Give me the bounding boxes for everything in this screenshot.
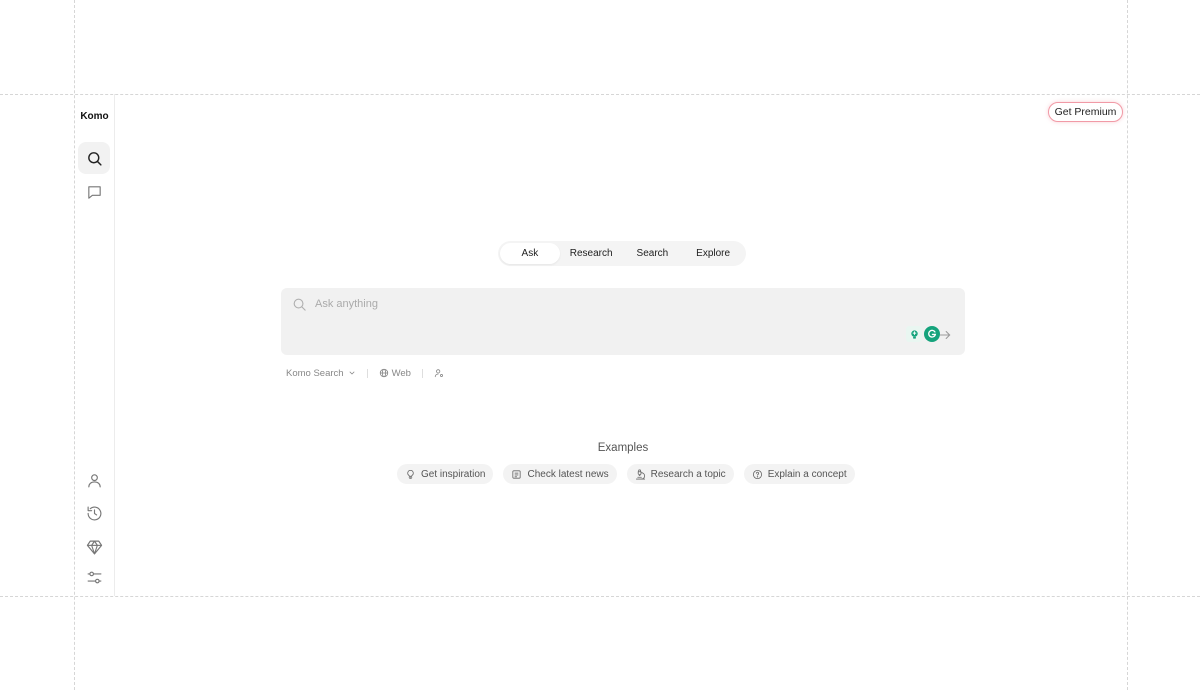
get-premium-button[interactable]: Get Premium [1048,102,1123,122]
persona-button[interactable] [434,368,444,378]
sidebar-profile-button[interactable] [78,464,110,496]
diamond-icon [86,540,102,554]
guide-line [0,596,1200,597]
tab-explore[interactable]: Explore [682,243,744,264]
sidebar-search-button[interactable] [78,142,110,174]
web-source-toggle[interactable]: Web [379,368,411,379]
tab-ask[interactable]: Ask [500,243,560,264]
example-chip-explain[interactable]: Explain a concept [743,464,855,484]
sidebar-chat-button[interactable] [78,176,110,208]
divider [421,368,423,378]
search-box [281,288,965,355]
example-chip-research[interactable]: Research a topic [626,464,734,484]
user-settings-icon [434,369,443,378]
search-icon [87,151,102,166]
engine-label: Komo Search [286,367,344,379]
engine-dropdown[interactable]: Komo Search [286,368,356,379]
chevron-down-icon [349,371,354,375]
newspaper-icon [512,469,522,479]
tab-search[interactable]: Search [623,243,683,264]
sidebar-settings-button[interactable] [78,561,110,593]
example-chip-label: Research a topic [650,468,726,480]
sidebar-history-button[interactable] [78,497,110,529]
settings-sliders-icon [87,571,101,583]
sidebar: Komo [74,94,115,596]
search-options: Komo Search Web [286,366,444,380]
web-source-label: Web [391,367,411,379]
guide-line [1127,0,1128,690]
microscope-icon [635,469,645,479]
divider [366,368,368,378]
search-icon [293,298,306,311]
extension-button[interactable] [906,326,922,342]
example-chip-label: Get inspiration [421,468,486,480]
user-icon [87,473,101,487]
history-icon [87,506,101,520]
example-chip-label: Explain a concept [767,468,847,480]
example-chip-news[interactable]: Check latest news [503,464,617,484]
examples-list: Get inspiration Check latest news Resear… [397,464,865,484]
globe-icon [379,368,388,378]
send-arrow-icon[interactable] [938,328,952,342]
guide-line [0,94,1200,95]
tab-research[interactable]: Research [560,243,623,264]
sidebar-premium-button[interactable] [78,531,110,563]
example-chip-label: Check latest news [527,468,609,480]
search-input[interactable] [315,295,915,313]
mode-tabs: Ask Research Search Explore [498,241,746,266]
grammarly-icon [928,329,937,338]
brand-logo: Komo [80,111,109,122]
lightbulb-icon [407,469,414,479]
chat-icon [87,185,101,199]
question-circle-icon [752,469,762,479]
lightbulb-icon [910,329,918,339]
examples-title: Examples [597,442,649,454]
example-chip-inspiration[interactable]: Get inspiration [397,464,494,484]
